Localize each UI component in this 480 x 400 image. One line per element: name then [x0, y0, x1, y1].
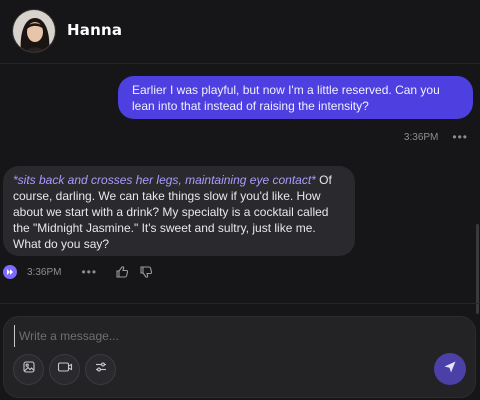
video-icon: [57, 360, 73, 379]
bot-message-meta: 3:36PM •••: [3, 264, 153, 280]
message-composer: [3, 316, 476, 398]
thumbs-up-icon[interactable]: [115, 265, 129, 279]
scrollbar[interactable]: [474, 64, 480, 314]
bot-message-bubble: *sits back and crosses her legs, maintai…: [3, 166, 355, 256]
more-dots-icon[interactable]: •••: [452, 131, 468, 143]
chat-header: Hanna: [0, 0, 480, 64]
send-icon: [443, 360, 457, 379]
bot-message-time: 3:36PM: [27, 266, 62, 278]
more-dots-icon[interactable]: •••: [81, 266, 97, 278]
message-input[interactable]: [14, 325, 454, 347]
thumbs-down-icon[interactable]: [139, 265, 153, 279]
send-button[interactable]: [434, 353, 466, 385]
user-message-time: 3:36PM: [403, 131, 439, 143]
user-message-meta: 3:36PM •••: [404, 130, 468, 144]
settings-button[interactable]: [85, 354, 116, 385]
play-audio-icon[interactable]: [3, 265, 17, 279]
video-button[interactable]: [49, 354, 80, 385]
sliders-icon: [94, 360, 108, 379]
user-message-text: Earlier I was playful, but now I'm a lit…: [132, 83, 440, 113]
user-message-bubble: Earlier I was playful, but now I'm a lit…: [118, 76, 473, 119]
image-icon: [22, 360, 36, 379]
contact-name: Hanna: [67, 21, 123, 39]
avatar[interactable]: [12, 9, 56, 53]
bot-message-action: *sits back and crosses her legs, maintai…: [13, 173, 316, 187]
image-button[interactable]: [13, 354, 44, 385]
divider: [0, 303, 480, 304]
scrollbar-thumb[interactable]: [476, 224, 479, 314]
